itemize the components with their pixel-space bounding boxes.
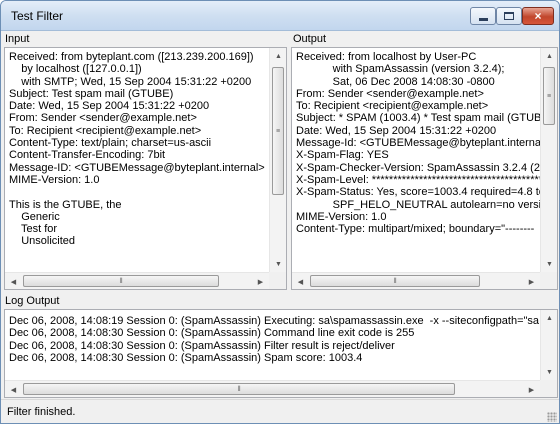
output-line: From: Sender <sender@example.net> <box>296 87 484 100</box>
input-line: Test for <box>9 223 58 236</box>
minimize-button[interactable] <box>470 7 496 25</box>
status-text: Filter finished. <box>7 406 76 418</box>
output-line: MIME-Version: 1.0 <box>296 210 387 223</box>
input-line: with SMTP; Wed, 15 Sep 2004 15:31:22 +02… <box>9 75 252 88</box>
log-text: Dec 06, 2008, 14:08:19 Session 0: (SpamA… <box>9 315 539 364</box>
input-horizontal-scrollbar[interactable]: ◀ ⦀ ▶ <box>5 272 269 289</box>
input-line: by localhost ([127.0.0.1]) <box>9 63 142 76</box>
scroll-left-icon[interactable]: ◀ <box>292 273 309 289</box>
output-line: X-Spam-Checker-Version: SpamAssassin 3.2… <box>296 161 553 174</box>
scroll-right-icon[interactable]: ▶ <box>252 273 269 289</box>
log-line: Dec 06, 2008, 14:08:30 Session 0: (SpamA… <box>9 351 363 364</box>
log-output-label: Log Output <box>5 295 60 307</box>
output-line: Received: from localhost by User-PC <box>296 51 477 63</box>
scroll-left-icon[interactable]: ◀ <box>5 381 22 397</box>
output-horizontal-scrollbar[interactable]: ◀ ⦀ ▶ <box>292 272 540 289</box>
scroll-right-icon[interactable]: ▶ <box>523 381 540 397</box>
maximize-icon <box>504 12 514 20</box>
output-line: Sat, 06 Dec 2008 14:08:30 -0800 <box>296 75 495 88</box>
scroll-up-icon[interactable]: ▲ <box>270 48 286 65</box>
resize-grip-icon[interactable] <box>547 412 557 422</box>
log-line: Dec 06, 2008, 14:08:19 Session 0: (SpamA… <box>9 315 540 327</box>
log-line: Dec 06, 2008, 14:08:30 Session 0: (SpamA… <box>9 339 395 352</box>
input-text: Received: from byteplant.com ([213.239.2… <box>9 51 265 248</box>
scroll-right-icon[interactable]: ▶ <box>523 273 540 289</box>
output-vertical-scrollbar[interactable]: ▲ ≡ ▼ <box>540 48 557 273</box>
input-line: This is the GTUBE, the <box>9 198 122 211</box>
output-line: X-Spam-Status: Yes, score=1003.4 require… <box>296 186 545 199</box>
title-bar[interactable]: Test Filter × <box>1 1 559 31</box>
output-line: Content-Type: multipart/mixed; boundary=… <box>296 223 535 236</box>
scroll-corner <box>269 272 286 289</box>
output-line: with SpamAssassin (version 3.2.4); <box>296 63 505 76</box>
log-line: Dec 06, 2008, 14:08:30 Session 0: (SpamA… <box>9 327 415 340</box>
input-line: MIME-Version: 1.0 <box>9 173 100 186</box>
minimize-icon <box>478 17 488 21</box>
scroll-corner <box>540 380 557 397</box>
log-output-area[interactable]: Dec 06, 2008, 14:08:19 Session 0: (SpamA… <box>4 309 558 398</box>
output-line: Message-Id: <GTUBEMessage@byteplant.inte… <box>296 137 550 150</box>
output-line: Subject: * SPAM (1003.4) * Test spam mai… <box>296 112 549 125</box>
scroll-down-icon[interactable]: ▼ <box>541 256 557 273</box>
scroll-up-icon[interactable]: ▲ <box>541 310 557 327</box>
test-filter-window: Test Filter × Input Received: from bytep… <box>0 0 560 424</box>
status-bar: Filter finished. <box>1 399 559 423</box>
maximize-button[interactable] <box>496 7 522 25</box>
close-button[interactable]: × <box>522 7 554 25</box>
input-line: Content-Type: text/plain; charset=us-asc… <box>9 137 212 150</box>
input-line: Date: Wed, 15 Sep 2004 15:31:22 +0200 <box>9 100 210 113</box>
output-line: X-Spam-Flag: YES <box>296 149 389 162</box>
output-line: To: Recipient <recipient@example.net> <box>296 100 489 113</box>
input-vertical-thumb[interactable]: ≡ <box>272 67 284 195</box>
scroll-up-icon[interactable]: ▲ <box>541 48 557 65</box>
scroll-left-icon[interactable]: ◀ <box>5 273 22 289</box>
output-line: X-Spam-Level: **************************… <box>296 173 544 186</box>
input-horizontal-thumb[interactable]: ⦀ <box>23 275 219 287</box>
input-line <box>9 186 265 198</box>
input-vertical-scrollbar[interactable]: ▲ ≡ ▼ <box>269 48 286 273</box>
input-text-area[interactable]: Received: from byteplant.com ([213.239.2… <box>4 47 287 290</box>
scroll-down-icon[interactable]: ▼ <box>270 256 286 273</box>
log-horizontal-scrollbar[interactable]: ◀ ⦀ ▶ <box>5 380 540 397</box>
output-text: Received: from localhost by User-PC with… <box>296 51 552 235</box>
output-vertical-thumb[interactable]: ≡ <box>543 67 555 125</box>
input-line: Unsolicited <box>9 235 76 248</box>
input-line: Subject: Test spam mail (GTUBE) <box>9 87 174 100</box>
input-label: Input <box>5 33 30 45</box>
log-horizontal-thumb[interactable]: ⦀ <box>23 383 455 395</box>
window-title: Test Filter <box>11 9 64 23</box>
output-horizontal-thumb[interactable]: ⦀ <box>310 275 480 287</box>
scroll-corner <box>540 272 557 289</box>
close-icon: × <box>534 9 542 23</box>
output-line: Date: Wed, 15 Sep 2004 15:31:22 +0200 <box>296 124 497 137</box>
input-line: Received: from byteplant.com ([213.239.2… <box>9 51 254 63</box>
input-line: To: Recipient <recipient@example.net> <box>9 124 202 137</box>
output-label: Output <box>293 33 327 45</box>
input-line: Generic <box>9 210 60 223</box>
log-vertical-scrollbar[interactable]: ▲ ▼ <box>540 310 557 381</box>
input-line: Content-Transfer-Encoding: 7bit <box>9 149 166 162</box>
input-line: From: Sender <sender@example.net> <box>9 112 197 125</box>
scroll-down-icon[interactable]: ▼ <box>541 364 557 381</box>
input-line: Message-ID: <GTUBEMessage@byteplant.inte… <box>9 161 265 174</box>
output-line: SPF_HELO_NEUTRAL autolearn=no versi <box>296 198 542 211</box>
output-text-area[interactable]: Received: from localhost by User-PC with… <box>291 47 558 290</box>
